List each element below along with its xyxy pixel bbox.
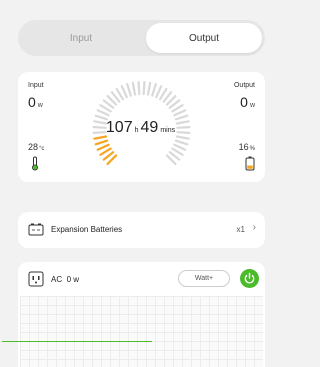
gauge-tick (173, 109, 187, 117)
battery-number: 16 (238, 142, 249, 152)
power-chart-line (2, 341, 152, 342)
gauge-tick (174, 139, 189, 146)
temperature-value: 28°c (28, 142, 44, 152)
gauge-tick (171, 104, 184, 113)
gauge-tick (126, 83, 132, 97)
input-label: Input (28, 82, 44, 89)
input-value: 0w (28, 94, 43, 110)
ac-name: AC (51, 275, 63, 284)
input-output-toggle: Input Output (18, 20, 265, 56)
thermometer-icon (32, 156, 38, 171)
time-hours: 107 (105, 119, 133, 136)
gauge-tick-filled (99, 147, 112, 156)
gauge-tick (151, 83, 157, 97)
gauge-tick (120, 85, 128, 99)
ac-value: 0 w (66, 275, 80, 284)
gauge-tick (115, 87, 124, 101)
gauge-tick (96, 109, 110, 117)
chevron-right-icon: › (252, 222, 256, 233)
input-unit: w (37, 102, 43, 109)
status-card: Input 0w Output 0w 107 h 49 mins 28°c 16% (18, 72, 265, 182)
time-hours-unit: h (134, 127, 139, 134)
power-icon (244, 272, 255, 284)
gauge-tick (171, 147, 184, 156)
power-chart-grid (20, 296, 263, 367)
time-minutes-unit: mins (160, 127, 176, 134)
gauge-tick-filled (96, 143, 110, 151)
gauge-tick (99, 104, 112, 113)
temperature-number: 28 (28, 142, 39, 152)
input-value-number: 0 (28, 94, 36, 110)
tab-input[interactable]: Input (21, 23, 141, 53)
expansion-label: Expansion Batteries (51, 225, 123, 234)
watt-plus-button[interactable]: Watt+ (178, 270, 230, 287)
expansion-batteries-row[interactable]: Expansion Batteries x1 › (18, 212, 265, 248)
battery-icon (245, 156, 255, 171)
gauge-tick (155, 85, 163, 99)
temperature-unit: °c (39, 146, 45, 152)
ac-label: AC 0 w (51, 275, 79, 284)
battery-value: 16% (239, 142, 255, 152)
remaining-time: 107 h 49 mins (18, 119, 265, 137)
battery-unit: % (249, 146, 255, 152)
ac-output-card: AC 0 w Watt+ (18, 262, 265, 367)
expansion-count: x1 (236, 225, 245, 234)
output-label: Output (233, 82, 255, 89)
battery-pack-icon (28, 223, 44, 236)
ac-outlet-icon (28, 271, 44, 287)
gauge-tick (146, 81, 152, 96)
tab-output[interactable]: Output (146, 23, 262, 53)
output-value: 0w (240, 94, 255, 110)
gauge-tick (137, 80, 141, 96)
gauge-tick (159, 87, 168, 101)
gauge-tick (173, 143, 187, 151)
gauge-tick (142, 80, 146, 96)
output-unit: w (249, 102, 255, 109)
time-minutes: 49 (140, 119, 159, 136)
power-button[interactable] (240, 269, 259, 288)
gauge-tick-filled (94, 139, 109, 146)
gauge-tick (131, 81, 137, 96)
output-value-number: 0 (240, 94, 248, 110)
